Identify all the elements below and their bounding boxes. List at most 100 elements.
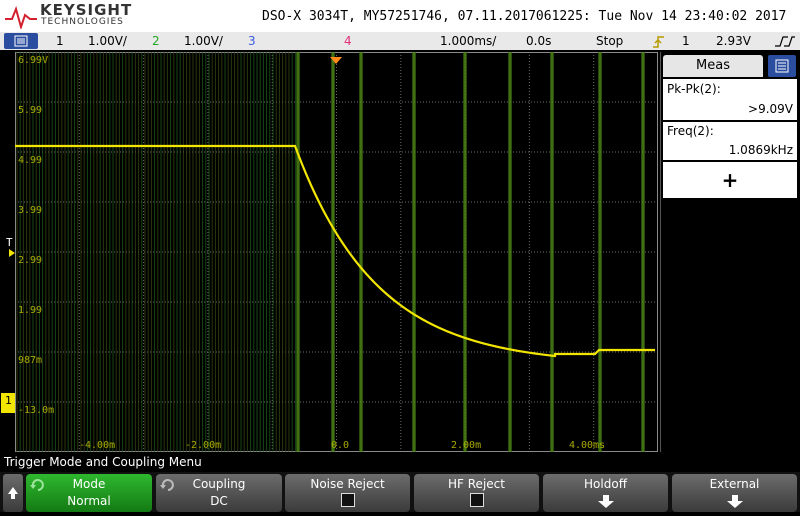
grid-dot bbox=[593, 250, 595, 251]
grid-dot bbox=[400, 127, 402, 128]
ch1-number[interactable]: 1 bbox=[56, 34, 64, 48]
grid-dot bbox=[207, 274, 209, 275]
grid-dot bbox=[315, 401, 316, 403]
grid-dot bbox=[528, 313, 530, 314]
grid-dot bbox=[615, 301, 616, 303]
ch1-ground-marker[interactable]: 1 bbox=[1, 393, 15, 413]
ch4-number[interactable]: 4 bbox=[344, 34, 352, 48]
trigger-level[interactable]: 2.93V bbox=[716, 34, 751, 48]
ch1-scale[interactable]: 1.00V/ bbox=[88, 34, 127, 48]
grid-dot bbox=[102, 401, 103, 403]
softkey-hf-reject[interactable]: HF Reject bbox=[414, 474, 539, 512]
grid-dot bbox=[336, 220, 337, 221]
grid-dot bbox=[258, 301, 259, 303]
timebase-scale[interactable]: 1.000ms/ bbox=[440, 34, 496, 48]
meas-item-pkpk[interactable]: Pk-Pk(2): >9.09V bbox=[663, 79, 797, 120]
add-measurement-button[interactable]: + bbox=[663, 162, 797, 198]
grid-dot bbox=[504, 301, 505, 303]
grid-dot bbox=[438, 151, 439, 153]
grid-dot bbox=[78, 67, 80, 68]
waveform-display[interactable]: 6.99V 5.99 4.99 3.99 2.99 1.99 987m -13.0m -4.0… bbox=[15, 52, 658, 452]
grid-dot bbox=[543, 351, 544, 353]
grid-dot bbox=[654, 201, 655, 203]
hf-reject-checkbox[interactable] bbox=[469, 493, 484, 507]
grid-dot bbox=[400, 445, 402, 446]
grid-dot bbox=[306, 151, 307, 153]
grid-dot bbox=[324, 351, 325, 353]
ch2-scale[interactable]: 1.00V/ bbox=[184, 34, 223, 48]
grid-dot bbox=[249, 351, 250, 353]
grid-dot bbox=[78, 100, 80, 101]
trigger-time-marker[interactable] bbox=[330, 50, 342, 69]
grid-dot bbox=[585, 351, 586, 353]
grid-dot bbox=[363, 401, 364, 403]
grid-dot bbox=[528, 292, 530, 293]
meas-menu-button[interactable] bbox=[768, 55, 796, 77]
ch2-number[interactable]: 2 bbox=[152, 34, 160, 48]
grid-dot bbox=[528, 280, 530, 281]
grid-dot bbox=[336, 91, 337, 92]
trigger-source[interactable]: 1 bbox=[682, 34, 690, 48]
y-axis-label: 987m bbox=[18, 355, 42, 366]
meas-tab[interactable]: Meas bbox=[663, 55, 763, 77]
grid-dot bbox=[396, 101, 397, 103]
grid-dot bbox=[593, 61, 595, 62]
grid-dot bbox=[318, 351, 319, 353]
grid-dot bbox=[450, 151, 451, 153]
grid-dot bbox=[357, 251, 358, 253]
noise-reject-checkbox[interactable] bbox=[340, 493, 355, 507]
meas-item-freq[interactable]: Freq(2): 1.0869kHz bbox=[663, 122, 797, 160]
grid-dot bbox=[78, 391, 80, 392]
grid-dot bbox=[78, 109, 80, 110]
timebase-delay[interactable]: 0.0s bbox=[526, 34, 551, 48]
ch3-number[interactable]: 3 bbox=[248, 34, 256, 48]
softkey-holdoff[interactable]: Holdoff bbox=[543, 474, 668, 512]
grid-dot bbox=[303, 351, 304, 353]
grid-dot bbox=[540, 251, 541, 253]
grid-dot bbox=[393, 201, 394, 203]
grid-dot bbox=[321, 301, 322, 303]
grid-dot bbox=[593, 382, 595, 383]
grid-dot bbox=[24, 151, 25, 153]
grid-dot bbox=[593, 262, 595, 263]
grid-dot bbox=[420, 101, 421, 103]
grid-dot bbox=[630, 301, 631, 303]
grid-dot bbox=[207, 268, 209, 269]
grid-dot bbox=[143, 448, 145, 449]
grid-dot bbox=[336, 382, 337, 383]
grid-dot bbox=[621, 201, 622, 203]
grid-dot bbox=[528, 85, 530, 86]
softkey-external[interactable]: External bbox=[672, 474, 797, 512]
softkey-coupling[interactable]: Coupling DC bbox=[156, 474, 282, 512]
grid-dot bbox=[336, 274, 337, 275]
run-state[interactable]: Stop bbox=[596, 34, 623, 48]
grid-dot bbox=[315, 251, 316, 253]
grid-dot bbox=[594, 201, 595, 203]
grid-dot bbox=[591, 351, 592, 353]
grid-dot bbox=[143, 67, 145, 68]
grid-dot bbox=[411, 351, 412, 353]
grid-dot bbox=[143, 130, 145, 131]
softkey-noise-reject[interactable]: Noise Reject bbox=[285, 474, 410, 512]
grid-dot bbox=[336, 70, 337, 71]
grid-dot bbox=[528, 445, 530, 446]
grid-dot bbox=[336, 289, 337, 290]
grid-dot bbox=[207, 328, 209, 329]
grid-dot bbox=[593, 121, 595, 122]
grid-dot bbox=[143, 385, 145, 386]
grid-dot bbox=[207, 115, 209, 116]
softkey-mode[interactable]: Mode Normal bbox=[26, 474, 152, 512]
grid-dot bbox=[593, 217, 595, 218]
grid-dot bbox=[78, 382, 80, 383]
grid-dot bbox=[207, 238, 209, 239]
grid-dot bbox=[123, 351, 124, 353]
grid-dot bbox=[162, 201, 163, 203]
grid-dot bbox=[336, 85, 337, 86]
trigger-level-marker[interactable]: T bbox=[0, 236, 15, 260]
grid-dot bbox=[102, 201, 103, 203]
grid-dot bbox=[534, 401, 535, 403]
grid-dot bbox=[143, 190, 145, 191]
menu-up-button[interactable] bbox=[3, 474, 23, 512]
grid-dot bbox=[327, 351, 328, 353]
main-menu-button[interactable] bbox=[4, 33, 38, 49]
